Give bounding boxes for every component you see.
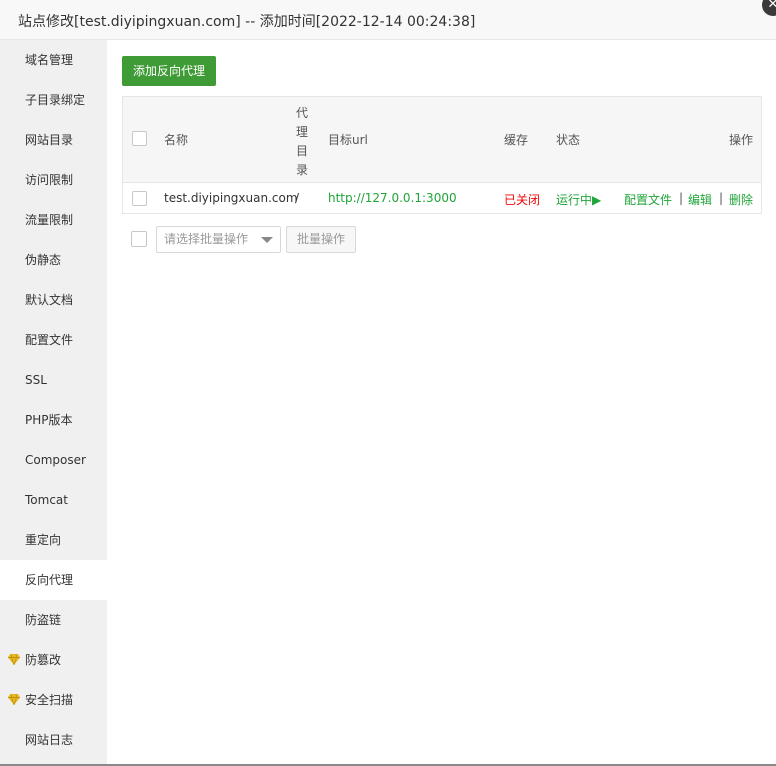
header-name: 名称 xyxy=(164,133,189,147)
row-cache-status[interactable]: 已关闭 xyxy=(504,191,540,208)
sidebar-item-site-log[interactable]: 网站日志 xyxy=(0,720,107,760)
sidebar-item-label: 网站日志 xyxy=(25,733,74,747)
header-proxy-dir-char: 录 xyxy=(295,163,308,177)
sidebar-item-security-scan[interactable]: 安全扫描 xyxy=(0,680,107,720)
delete-link[interactable]: 删除 xyxy=(729,191,753,208)
sidebar-item-default-doc[interactable]: 默认文档 xyxy=(0,280,107,320)
gem-icon xyxy=(8,654,20,665)
add-reverse-proxy-button[interactable]: 添加反向代理 xyxy=(122,56,216,86)
sidebar-item-redirect[interactable]: 重定向 xyxy=(0,520,107,560)
action-separator: | xyxy=(679,191,684,205)
row-name: test.diyipingxuan.com xyxy=(164,191,298,205)
action-separator: | xyxy=(719,191,724,205)
edit-link[interactable]: 编辑 xyxy=(688,191,712,208)
sidebar-item-reverse-proxy[interactable]: 反向代理 xyxy=(0,560,107,600)
chevron-down-icon xyxy=(261,237,273,243)
sidebar: 域名管理 子目录绑定 网站目录 访问限制 流量限制 伪静态 默认文档 配置文件 … xyxy=(0,40,107,764)
header-target-url: 目标url xyxy=(328,133,368,147)
sidebar-item-label: 安全扫描 xyxy=(25,693,74,707)
sidebar-item-config-file[interactable]: 配置文件 xyxy=(0,320,107,360)
config-file-link[interactable]: 配置文件 xyxy=(624,191,672,208)
sidebar-item-label: Composer xyxy=(25,453,86,467)
sidebar-item-label: 配置文件 xyxy=(25,333,74,347)
header-proxy-dir-char: 代 xyxy=(295,106,308,120)
sidebar-item-rewrite[interactable]: 伪静态 xyxy=(0,240,107,280)
sidebar-item-access-limit[interactable]: 访问限制 xyxy=(0,160,107,200)
sidebar-item-hotlink-protection[interactable]: 防盗链 xyxy=(0,600,107,640)
header-proxy-dir: 代 理 目 录 xyxy=(295,104,309,180)
sidebar-item-ssl[interactable]: SSL xyxy=(0,360,107,400)
sidebar-item-label: 域名管理 xyxy=(25,53,74,67)
header-status: 状态 xyxy=(556,133,581,147)
row-running-status[interactable]: 运行中▶ xyxy=(556,191,601,208)
sidebar-item-label: 防盗链 xyxy=(25,613,62,627)
sidebar-item-label: 重定向 xyxy=(25,533,62,547)
sidebar-item-label: 默认文档 xyxy=(25,293,74,307)
sidebar-item-subdir-binding[interactable]: 子目录绑定 xyxy=(0,80,107,120)
sidebar-item-traffic-limit[interactable]: 流量限制 xyxy=(0,200,107,240)
header-actions: 操作 xyxy=(729,133,754,147)
sidebar-item-label: 访问限制 xyxy=(25,173,74,187)
batch-operation-select[interactable]: 请选择批量操作 xyxy=(156,226,281,253)
dialog-titlebar: 站点修改[test.diyipingxuan.com] -- 添加时间[2022… xyxy=(0,0,776,40)
sidebar-item-composer[interactable]: Composer xyxy=(0,440,107,480)
header-proxy-dir-char: 理 xyxy=(295,125,308,139)
batch-select-checkbox[interactable] xyxy=(131,231,147,247)
select-all-checkbox[interactable] xyxy=(132,131,147,146)
row-checkbox[interactable] xyxy=(132,191,147,206)
sidebar-item-label: 子目录绑定 xyxy=(25,93,86,107)
table-header: 名称 代 理 目 录 目标url 缓存 状态 操作 xyxy=(123,97,761,183)
row-target-url: http://127.0.0.1:3000 xyxy=(328,191,457,205)
sidebar-item-label: 流量限制 xyxy=(25,213,74,227)
header-cache: 缓存 xyxy=(504,133,529,147)
sidebar-item-label: 反向代理 xyxy=(25,573,74,587)
gem-icon xyxy=(8,694,20,705)
sidebar-item-label: SSL xyxy=(25,373,47,387)
batch-select-placeholder: 请选择批量操作 xyxy=(164,232,249,246)
sidebar-item-label: 防篡改 xyxy=(25,653,62,667)
sidebar-item-label: PHP版本 xyxy=(25,413,73,427)
sidebar-item-domain[interactable]: 域名管理 xyxy=(0,40,107,80)
sidebar-item-label: Tomcat xyxy=(25,493,68,507)
sidebar-item-tamper-proof[interactable]: 防篡改 xyxy=(0,640,107,680)
sidebar-item-site-directory[interactable]: 网站目录 xyxy=(0,120,107,160)
reverse-proxy-table: 名称 代 理 目 录 目标url 缓存 状态 操作 test.diyipingx… xyxy=(122,96,762,214)
sidebar-item-tomcat[interactable]: Tomcat xyxy=(0,480,107,520)
row-proxy-dir: / xyxy=(295,191,300,205)
dialog-title: 站点修改[test.diyipingxuan.com] -- 添加时间[2022… xyxy=(18,14,476,30)
header-proxy-dir-char: 目 xyxy=(295,144,308,158)
sidebar-item-php-version[interactable]: PHP版本 xyxy=(0,400,107,440)
sidebar-item-label: 网站目录 xyxy=(25,133,74,147)
sidebar-item-label: 伪静态 xyxy=(25,253,62,267)
batch-operation-button[interactable]: 批量操作 xyxy=(286,226,356,253)
